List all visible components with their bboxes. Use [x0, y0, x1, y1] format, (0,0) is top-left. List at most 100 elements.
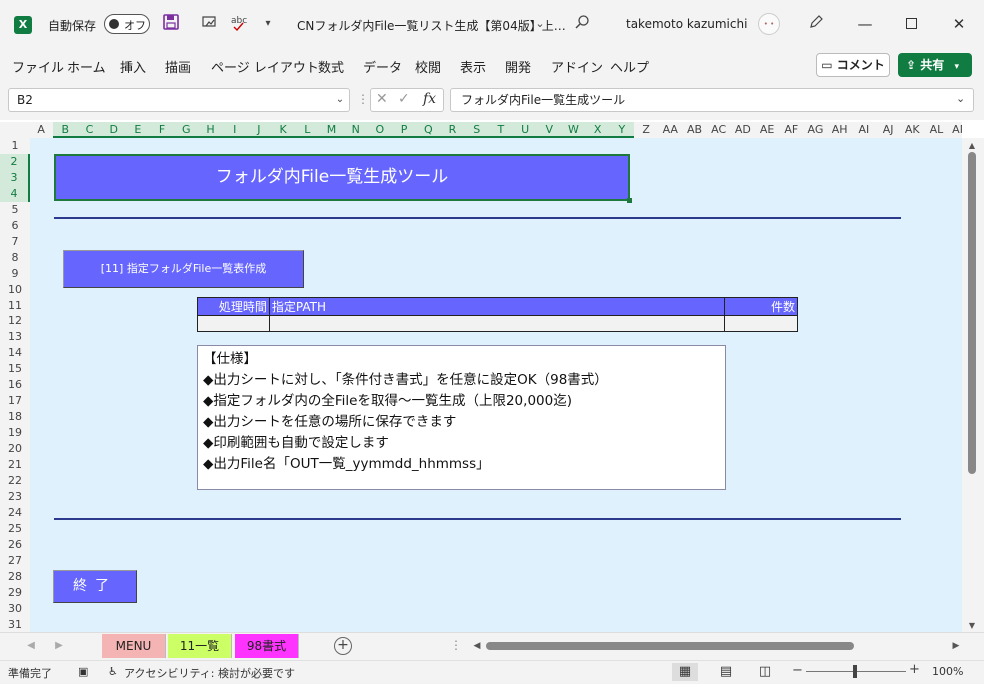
- share-dropdown-icon[interactable]: ▾: [954, 62, 959, 72]
- row-header[interactable]: 25: [0, 521, 30, 537]
- column-header[interactable]: V: [537, 122, 562, 138]
- cell-path[interactable]: [268, 315, 726, 332]
- column-header[interactable]: F: [150, 122, 175, 138]
- tab-menu[interactable]: MENU: [102, 634, 166, 658]
- scroll-up-icon[interactable]: ▲: [966, 140, 978, 152]
- column-header[interactable]: AM: [949, 122, 962, 138]
- column-header[interactable]: A: [30, 122, 53, 138]
- column-header[interactable]: AC: [707, 122, 731, 138]
- column-header[interactable]: T: [488, 122, 513, 138]
- tab-11-list[interactable]: 11一覧: [168, 634, 232, 658]
- column-header[interactable]: D: [101, 122, 126, 138]
- selection-handle[interactable]: [627, 198, 632, 203]
- menu-formulas[interactable]: 数式: [318, 57, 344, 76]
- column-header[interactable]: AI: [852, 122, 876, 138]
- column-header[interactable]: L: [295, 122, 320, 138]
- menu-help[interactable]: ヘルプ: [610, 57, 649, 76]
- row-header[interactable]: 31: [0, 617, 30, 633]
- row-header[interactable]: 17: [0, 393, 30, 409]
- normal-view-icon[interactable]: ▦: [672, 663, 698, 681]
- create-list-button[interactable]: [11] 指定フォルダFile一覧表作成: [63, 250, 304, 288]
- column-header[interactable]: B: [53, 122, 78, 138]
- autosave-toggle[interactable]: オフ: [104, 14, 150, 34]
- row-header[interactable]: 16: [0, 377, 30, 393]
- column-header[interactable]: C: [77, 122, 102, 138]
- row-header[interactable]: 18: [0, 409, 30, 425]
- zoom-slider-thumb[interactable]: [853, 665, 857, 678]
- tab-next-icon[interactable]: ▶: [52, 638, 66, 654]
- row-header[interactable]: 6: [0, 218, 30, 234]
- avatar[interactable]: • •: [758, 13, 780, 35]
- menu-data[interactable]: データ: [363, 57, 402, 76]
- horizontal-scroll-thumb[interactable]: [486, 642, 854, 650]
- comment-button[interactable]: ▭ コメント: [816, 53, 890, 77]
- sheet-area[interactable]: フォルダ内File一覧生成ツール [11] 指定フォルダFile一覧表作成 処理…: [30, 138, 962, 632]
- row-header[interactable]: 15: [0, 361, 30, 377]
- touch-mode-icon[interactable]: [200, 14, 220, 34]
- row-header[interactable]: 5: [0, 202, 30, 218]
- page-break-view-icon[interactable]: ◫: [752, 663, 778, 681]
- macro-record-icon[interactable]: ▣: [78, 665, 88, 678]
- chevron-down-icon[interactable]: ⌄: [330, 88, 350, 112]
- row-header[interactable]: 24: [0, 505, 30, 521]
- select-all-corner[interactable]: [0, 122, 30, 138]
- customize-qat-icon[interactable]: ▾: [258, 14, 278, 34]
- column-header[interactable]: AA: [658, 122, 682, 138]
- share-button[interactable]: ⇪ 共有 ▾: [898, 53, 972, 77]
- row-header[interactable]: 23: [0, 489, 30, 505]
- row-header[interactable]: 14: [0, 345, 30, 361]
- row-header[interactable]: 11: [0, 298, 30, 314]
- spell-check-icon[interactable]: abc: [229, 14, 249, 34]
- menu-page-layout[interactable]: ページ レイアウト: [211, 57, 319, 76]
- row-header[interactable]: 9: [0, 266, 30, 282]
- row-header[interactable]: 1: [0, 138, 30, 154]
- menu-insert[interactable]: 挿入: [120, 57, 146, 76]
- vertical-scroll-thumb[interactable]: [968, 152, 976, 474]
- column-header[interactable]: AE: [755, 122, 779, 138]
- menu-home[interactable]: ホーム: [67, 57, 106, 76]
- row-header[interactable]: 20: [0, 441, 30, 457]
- name-box[interactable]: B2: [8, 88, 350, 112]
- column-header[interactable]: H: [198, 122, 223, 138]
- menu-view[interactable]: 表示: [460, 57, 486, 76]
- row-header[interactable]: 30: [0, 601, 30, 617]
- row-header[interactable]: 27: [0, 553, 30, 569]
- column-header[interactable]: E: [125, 122, 150, 138]
- menu-draw[interactable]: 描画: [165, 57, 191, 76]
- spec-textbox[interactable]: 【仕様】 ◆出力シートに対し、「条件付き書式」を任意に設定OK（98書式） ◆指…: [197, 345, 726, 490]
- cell-count[interactable]: [724, 315, 798, 332]
- tab-prev-icon[interactable]: ◀: [24, 638, 38, 654]
- search-icon[interactable]: [572, 14, 592, 34]
- cell-time[interactable]: [197, 315, 270, 332]
- scroll-right-icon[interactable]: ▶: [950, 640, 962, 652]
- maximize-icon[interactable]: [896, 12, 926, 36]
- exit-button[interactable]: 終了: [53, 570, 137, 603]
- column-header[interactable]: O: [367, 122, 392, 138]
- pen-icon[interactable]: [806, 14, 826, 34]
- accessibility-status[interactable]: アクセシビリティ: 検討が必要です: [124, 665, 295, 681]
- column-header[interactable]: Y: [609, 122, 634, 138]
- row-header[interactable]: 29: [0, 585, 30, 601]
- column-header[interactable]: AK: [900, 122, 924, 138]
- row-header[interactable]: 13: [0, 329, 30, 345]
- row-header[interactable]: 19: [0, 425, 30, 441]
- column-header[interactable]: N: [343, 122, 368, 138]
- formula-input[interactable]: フォルダ内File一覧生成ツール: [450, 88, 974, 112]
- row-header[interactable]: 10: [0, 282, 30, 298]
- row-header[interactable]: 26: [0, 537, 30, 553]
- column-header[interactable]: AH: [828, 122, 852, 138]
- add-sheet-button[interactable]: +: [334, 637, 352, 655]
- minimize-icon[interactable]: —: [850, 12, 880, 36]
- function-icon[interactable]: fx: [423, 91, 436, 107]
- row-header[interactable]: 22: [0, 473, 30, 489]
- zoom-in-icon[interactable]: +: [909, 662, 920, 677]
- column-header[interactable]: I: [222, 122, 247, 138]
- menu-developer[interactable]: 開発: [505, 57, 531, 76]
- column-header[interactable]: G: [174, 122, 199, 138]
- enter-icon[interactable]: ✓: [398, 91, 410, 107]
- save-icon[interactable]: [161, 14, 181, 34]
- column-header[interactable]: Q: [416, 122, 441, 138]
- row-header[interactable]: 21: [0, 457, 30, 473]
- menu-file[interactable]: ファイル: [12, 57, 64, 76]
- column-header[interactable]: AD: [731, 122, 755, 138]
